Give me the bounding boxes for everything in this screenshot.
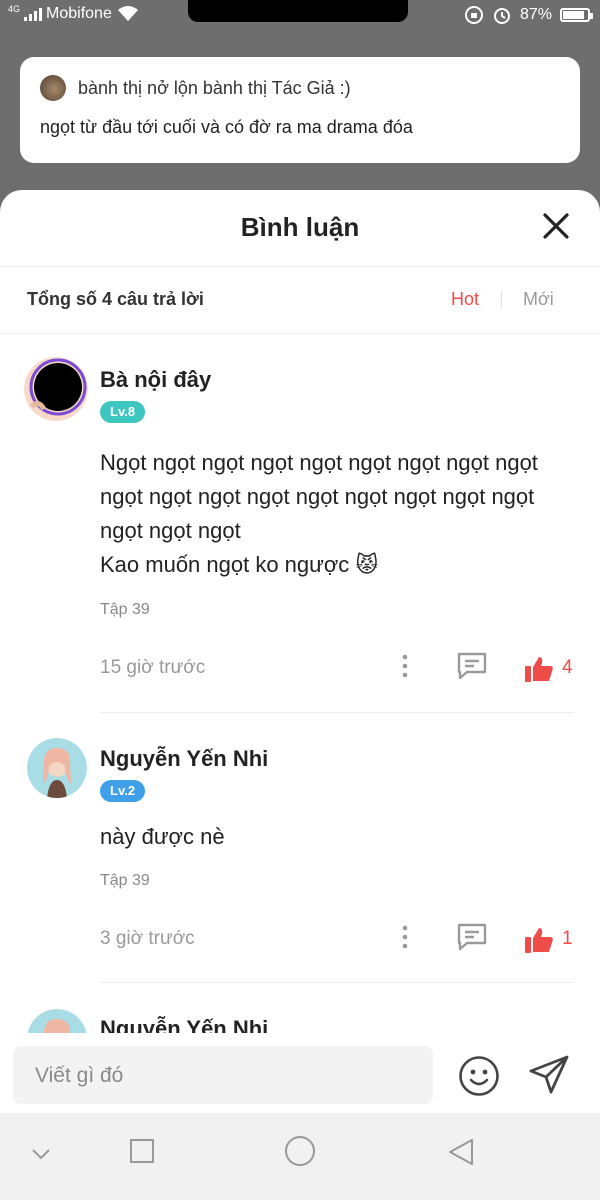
comment-author[interactable]: Nguyễn Yến Nhi bbox=[100, 1016, 268, 1033]
sheet-title: Bình luận bbox=[240, 212, 360, 242]
comment-item: Bà nội đây Lv.8 Ngọt ngọt ngọt ngọt ngọt… bbox=[0, 333, 600, 713]
comment-episode: Tập 39 bbox=[100, 872, 150, 889]
rotation-lock-icon bbox=[464, 6, 483, 24]
comment-item: Nguyễn Yến Nhi bbox=[0, 983, 600, 1033]
like-icon[interactable] bbox=[524, 926, 554, 954]
home-icon[interactable] bbox=[283, 1134, 317, 1168]
signal-icon bbox=[24, 7, 43, 21]
avatar[interactable] bbox=[27, 738, 87, 798]
comments-sheet: Bình luận Tổng số 4 câu trả lời Hot Mới … bbox=[0, 190, 600, 1200]
reply-icon[interactable] bbox=[456, 651, 488, 681]
like-icon[interactable] bbox=[524, 655, 554, 683]
comment-time: 15 giờ trước bbox=[100, 657, 206, 678]
comment-text: này được nè bbox=[100, 824, 225, 849]
back-icon[interactable] bbox=[446, 1137, 476, 1167]
battery-percent: 87% bbox=[519, 6, 552, 23]
sort-hot-tab[interactable]: Hot bbox=[451, 289, 479, 310]
carrier-name: Mobifone bbox=[46, 5, 112, 22]
avatar bbox=[40, 75, 66, 101]
parent-comment-author: bành thị nở lộn bành thị Tác Giả :) bbox=[78, 77, 351, 98]
send-icon[interactable] bbox=[527, 1053, 571, 1097]
comment-input-container[interactable] bbox=[13, 1046, 433, 1106]
recents-icon[interactable] bbox=[128, 1137, 156, 1165]
more-icon[interactable] bbox=[398, 924, 412, 950]
chevron-down-icon[interactable] bbox=[30, 1147, 52, 1161]
comment-time: 3 giờ trước bbox=[100, 928, 195, 949]
battery-icon bbox=[560, 8, 593, 22]
status-bar: 4G Mobifone 87% bbox=[0, 0, 600, 30]
comment-episode: Tập 39 bbox=[100, 601, 150, 618]
more-icon[interactable] bbox=[398, 653, 412, 679]
network-type: 4G bbox=[8, 4, 21, 14]
comment-author[interactable]: Nguyễn Yến Nhi bbox=[100, 746, 268, 772]
level-badge: Lv.2 bbox=[100, 780, 146, 802]
avatar[interactable] bbox=[27, 1009, 87, 1033]
parent-comment-card: bành thị nở lộn bành thị Tác Giả :) ngọt… bbox=[20, 57, 580, 163]
level-badge: Lv.8 bbox=[100, 401, 146, 423]
parent-comment-text: ngọt từ đầu tới cuối và có đờ ra ma dram… bbox=[40, 117, 413, 137]
alarm-icon bbox=[493, 8, 510, 24]
emoji-icon[interactable] bbox=[458, 1055, 500, 1097]
sort-divider bbox=[501, 291, 502, 307]
sort-new-tab[interactable]: Mới bbox=[523, 289, 554, 310]
camera-notch bbox=[188, 0, 408, 22]
like-count: 1 bbox=[562, 928, 573, 949]
comment-author[interactable]: Bà nội đây bbox=[100, 367, 211, 393]
comment-input-bar bbox=[0, 1033, 600, 1113]
system-nav-bar bbox=[0, 1113, 600, 1200]
wifi-icon bbox=[117, 6, 138, 21]
total-replies: Tổng số 4 câu trả lời bbox=[27, 289, 204, 309]
sheet-header: Bình luận bbox=[0, 190, 600, 267]
comment-list: Bà nội đây Lv.8 Ngọt ngọt ngọt ngọt ngọt… bbox=[0, 333, 600, 1033]
like-count: 4 bbox=[562, 657, 573, 678]
close-icon[interactable] bbox=[540, 210, 572, 242]
comment-text: Ngọt ngọt ngọt ngọt ngọt ngọt ngọt ngọt … bbox=[100, 450, 538, 577]
comment-item: Nguyễn Yến Nhi Lv.2 này được nè Tập 39 3… bbox=[0, 713, 600, 983]
comment-input[interactable] bbox=[33, 1046, 417, 1106]
avatar[interactable] bbox=[24, 357, 88, 421]
reply-icon[interactable] bbox=[456, 922, 488, 952]
summary-row: Tổng số 4 câu trả lời Hot Mới bbox=[0, 267, 600, 334]
